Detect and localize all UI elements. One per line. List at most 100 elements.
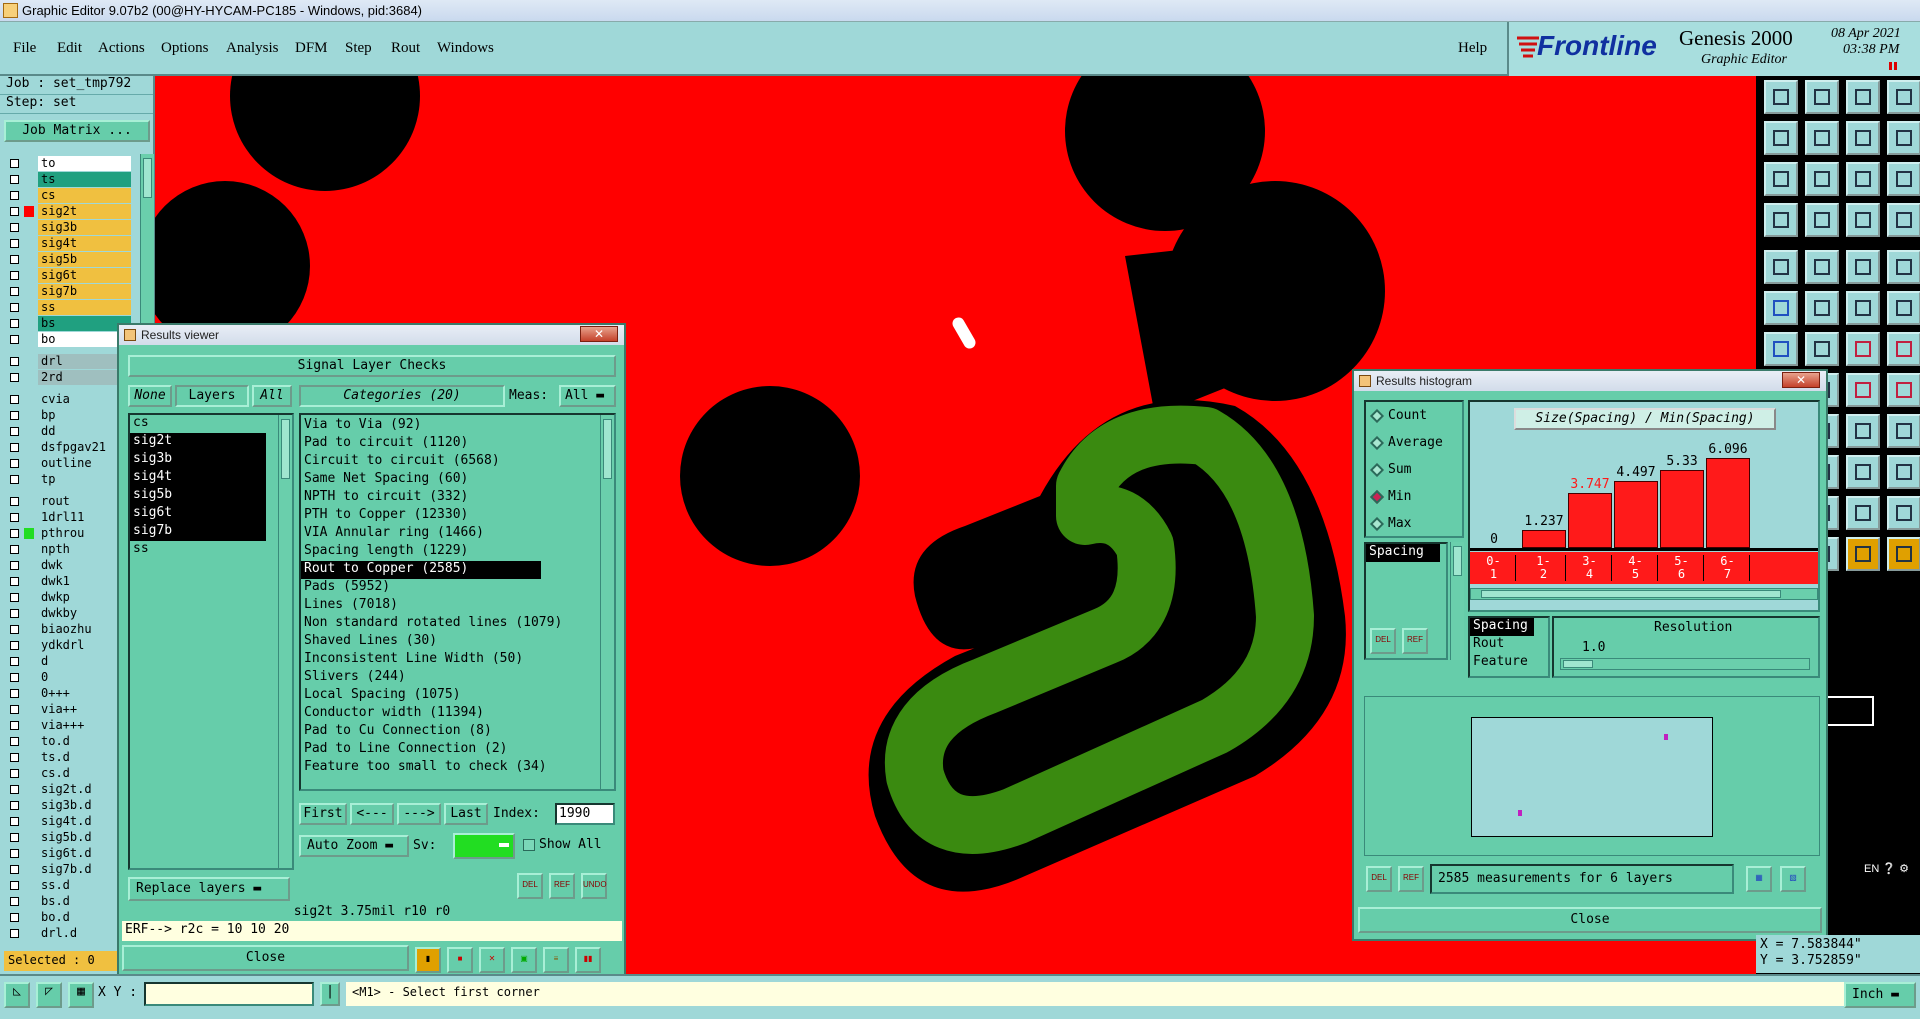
category-item[interactable]: Pad to circuit (1120) (301, 435, 614, 453)
toolbar-button-28-icon[interactable] (1887, 332, 1920, 366)
histogram-icon[interactable]: ▮▮ (575, 947, 601, 973)
layer-checkbox[interactable] (10, 577, 19, 586)
mode-average-radio[interactable]: Average (1369, 435, 1443, 451)
layer-row[interactable]: outline (8, 456, 131, 471)
layer-checkbox[interactable] (10, 287, 19, 296)
attr-spacing[interactable]: Spacing (1470, 618, 1534, 636)
layer-row[interactable]: dwkby (8, 606, 131, 621)
layer-checkbox[interactable] (10, 191, 19, 200)
layer-row[interactable]: sig3b (8, 220, 131, 235)
category-item[interactable]: Pads (5952) (301, 579, 614, 597)
layer-row[interactable]: bp (8, 408, 131, 423)
layer-color-swatch[interactable] (24, 334, 34, 345)
layer-checkbox[interactable] (10, 593, 19, 602)
layer-row[interactable]: sig7b.d (8, 862, 131, 877)
layer-color-swatch[interactable] (24, 174, 34, 185)
toolbar-button-48-icon[interactable] (1887, 537, 1920, 571)
toolbar-button-5-icon[interactable] (1764, 121, 1798, 155)
toolbar-button-9-icon[interactable] (1764, 162, 1798, 196)
layer-row[interactable]: d (8, 654, 131, 669)
layer-color-swatch[interactable] (24, 190, 34, 201)
layer-checkbox[interactable] (10, 817, 19, 826)
layer-row[interactable]: 0+++ (8, 686, 131, 701)
layer-checkbox[interactable] (10, 705, 19, 714)
toolbar-button-17-icon[interactable] (1764, 250, 1798, 284)
layer-row[interactable]: to.d (8, 734, 131, 749)
menu-file[interactable]: File (13, 40, 36, 57)
layer-color-swatch[interactable] (24, 592, 34, 603)
results-layer-item[interactable]: cs (130, 415, 266, 433)
toolbar-button-35-icon[interactable] (1846, 414, 1880, 448)
layer-checkbox[interactable] (10, 865, 19, 874)
resolution-slider[interactable] (1560, 658, 1810, 670)
layer-checkbox[interactable] (10, 271, 19, 280)
toolbar-button-4-icon[interactable] (1887, 80, 1920, 114)
layer-checkbox[interactable] (10, 335, 19, 344)
category-item[interactable]: PTH to Copper (12330) (301, 507, 614, 525)
attr-feature[interactable]: Feature (1470, 654, 1548, 672)
toolbar-button-44-icon[interactable] (1887, 496, 1920, 530)
layer-row[interactable]: cvia (8, 392, 131, 407)
results-layer-item[interactable]: sig3b (130, 451, 266, 469)
menu-actions[interactable]: Actions (98, 40, 145, 57)
layer-color-swatch[interactable] (24, 784, 34, 795)
histogram-scrollbar[interactable] (1470, 588, 1818, 600)
category-item[interactable]: Feature too small to check (34) (301, 759, 614, 777)
units-select[interactable]: Inch ▬ (1844, 982, 1916, 1008)
layer-row[interactable]: pthrou (8, 526, 131, 541)
layer-color-swatch[interactable] (24, 912, 34, 923)
toolbar-button-14-icon[interactable] (1805, 203, 1839, 237)
toolbar-button-36-icon[interactable] (1887, 414, 1920, 448)
index-input[interactable]: 1990 (555, 803, 615, 825)
layer-color-swatch[interactable] (24, 816, 34, 827)
category-item[interactable]: VIA Annular ring (1466) (301, 525, 614, 543)
layer-row[interactable]: dd (8, 424, 131, 439)
tool-5-icon[interactable]: ≡ (543, 947, 569, 973)
layer-color-swatch[interactable] (24, 394, 34, 405)
toolbar-button-19-icon[interactable] (1846, 250, 1880, 284)
toolbar-button-26-icon[interactable] (1805, 332, 1839, 366)
layer-color-swatch[interactable] (24, 928, 34, 939)
layer-row[interactable]: sig6t.d (8, 846, 131, 861)
toolbar-button-22-icon[interactable] (1805, 291, 1839, 325)
layer-checkbox[interactable] (10, 207, 19, 216)
layer-color-swatch[interactable] (24, 410, 34, 421)
layer-checkbox[interactable] (10, 785, 19, 794)
layer-checkbox[interactable] (10, 373, 19, 382)
layer-color-swatch[interactable] (24, 206, 34, 217)
layer-checkbox[interactable] (10, 443, 19, 452)
layer-color-swatch[interactable] (24, 458, 34, 469)
category-item[interactable]: Circuit to circuit (6568) (301, 453, 614, 471)
layer-checkbox[interactable] (10, 657, 19, 666)
toolbar-button-32-icon[interactable] (1887, 373, 1920, 407)
layer-row[interactable]: cs.d (8, 766, 131, 781)
layer-checkbox[interactable] (10, 395, 19, 404)
toolbar-button-3-icon[interactable] (1846, 80, 1880, 114)
layer-checkbox[interactable] (10, 833, 19, 842)
layer-checkbox[interactable] (10, 897, 19, 906)
layer-color-swatch[interactable] (24, 768, 34, 779)
job-matrix-button[interactable]: Job Matrix ... (4, 120, 150, 142)
layer-row[interactable]: sig6t (8, 268, 131, 283)
layer-checkbox[interactable] (10, 737, 19, 746)
layer-checkbox[interactable] (10, 545, 19, 554)
layer-color-swatch[interactable] (24, 356, 34, 367)
mode-count-radio[interactable]: Count (1369, 408, 1427, 424)
layer-checkbox[interactable] (10, 255, 19, 264)
ref-icon[interactable]: REF (549, 873, 575, 899)
del-icon[interactable]: DEL (517, 873, 543, 899)
layer-checkbox[interactable] (10, 459, 19, 468)
category-item[interactable]: Conductor width (11394) (301, 705, 614, 723)
toolbar-button-43-icon[interactable] (1846, 496, 1880, 530)
layer-color-swatch[interactable] (24, 222, 34, 233)
layer-row[interactable]: bs (8, 316, 131, 331)
layer-row[interactable]: bs.d (8, 894, 131, 909)
layer-checkbox[interactable] (10, 411, 19, 420)
xy-input[interactable] (144, 982, 314, 1006)
histogram-bar[interactable] (1568, 493, 1612, 548)
layer-color-swatch[interactable] (24, 474, 34, 485)
prev-button[interactable]: <--- (350, 803, 394, 825)
layer-color-swatch[interactable] (24, 158, 34, 169)
layer-checkbox[interactable] (10, 427, 19, 436)
close-icon[interactable]: ✕ (580, 326, 618, 342)
